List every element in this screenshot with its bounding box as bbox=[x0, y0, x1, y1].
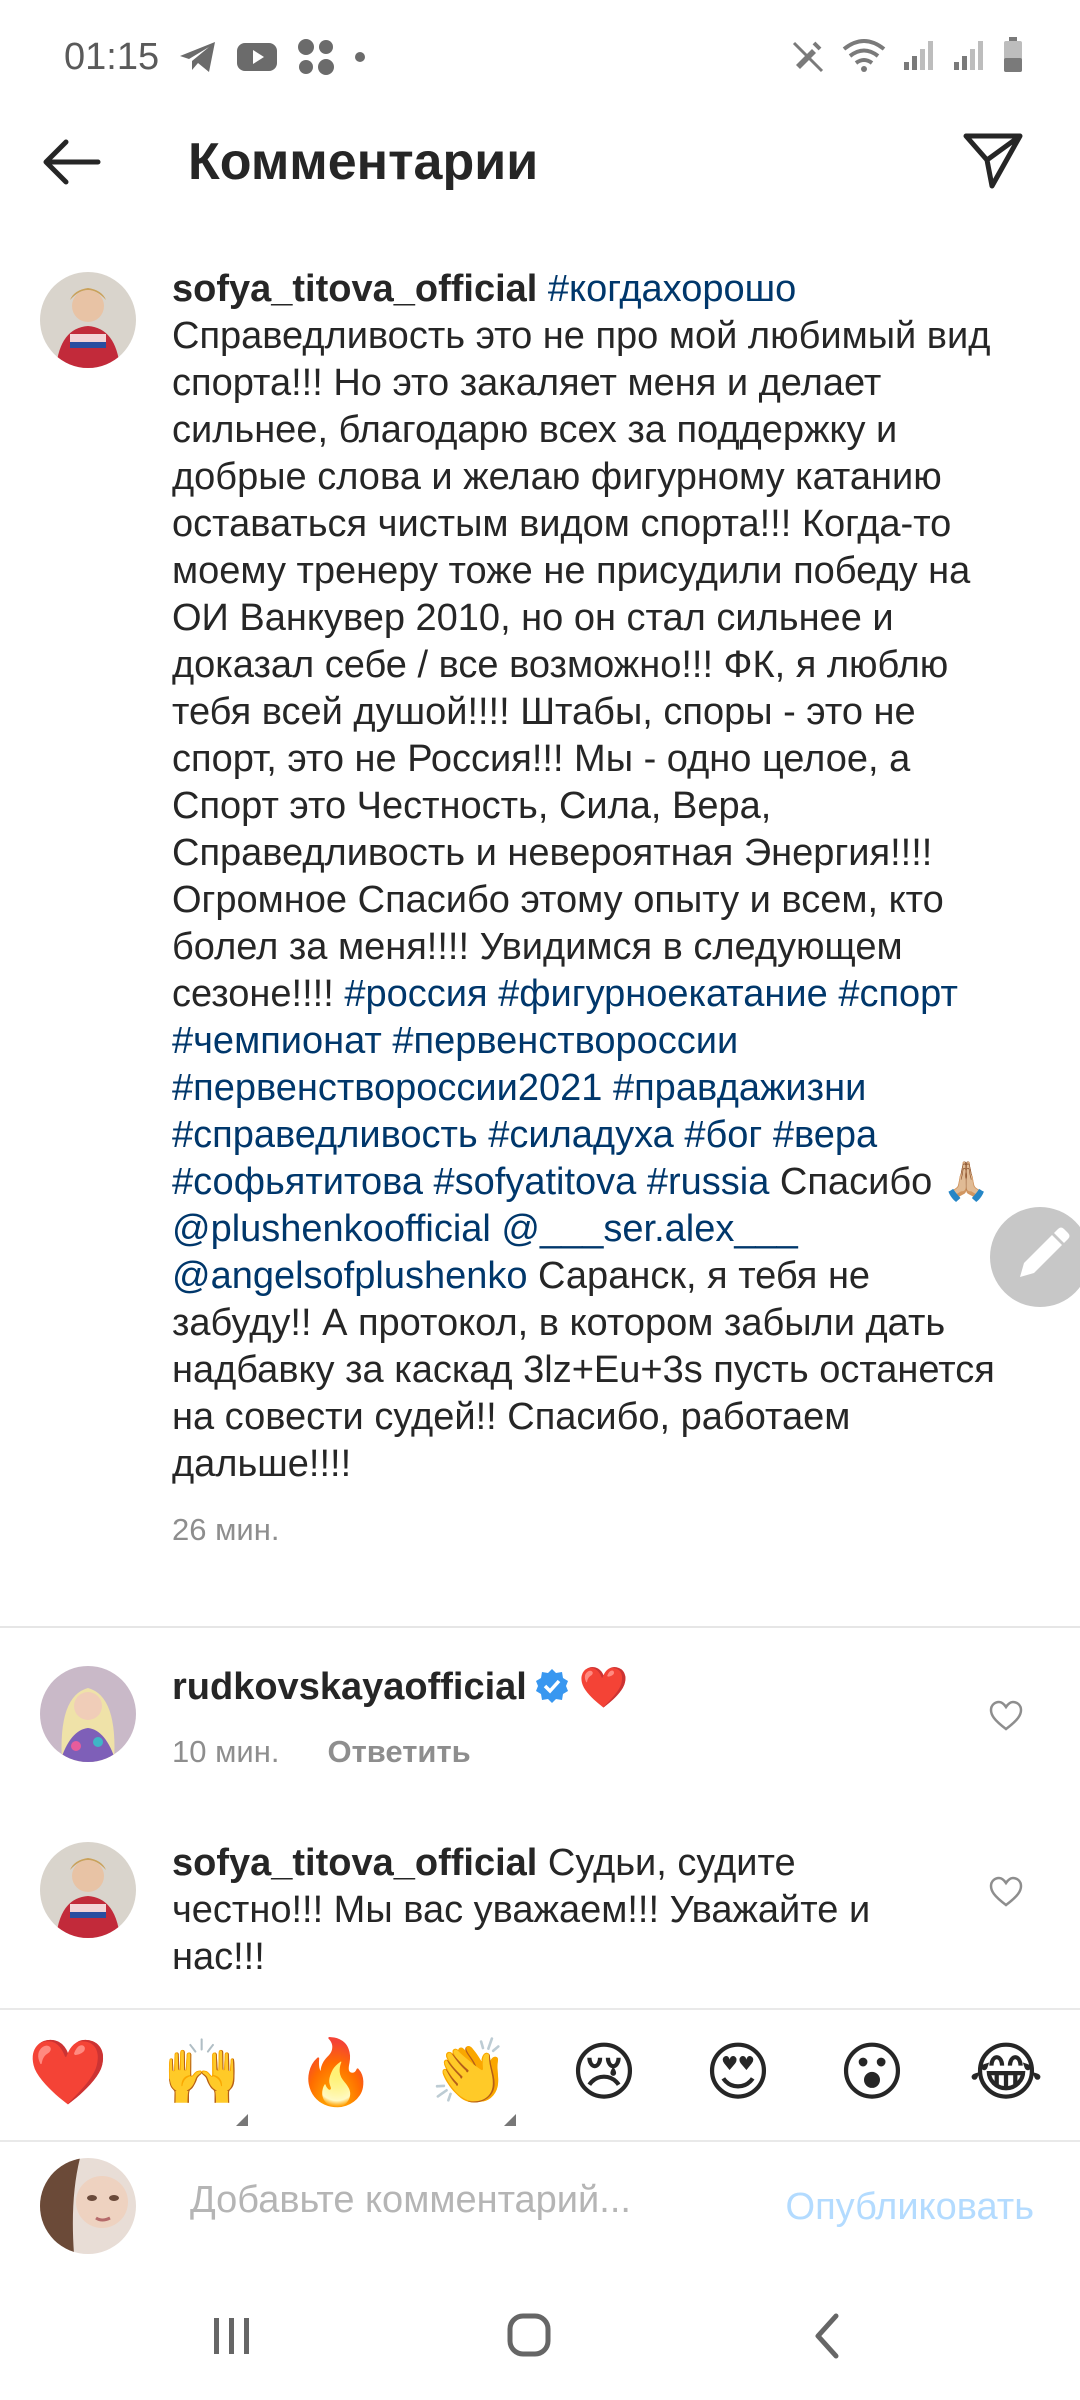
home-icon[interactable] bbox=[506, 2312, 552, 2358]
author-avatar[interactable] bbox=[40, 272, 136, 368]
mention-angelsofplushenko[interactable]: @angelsofplushenko bbox=[172, 1255, 528, 1297]
comment-item: sofya_titova_official Судьи, судите чест… bbox=[172, 1840, 952, 1981]
verified-badge-icon bbox=[535, 1669, 568, 1703]
page-title: Комментарии bbox=[188, 133, 539, 191]
status-system-icons bbox=[790, 36, 1024, 74]
like-heart-icon[interactable] bbox=[988, 1698, 1024, 1734]
commenter-avatar[interactable] bbox=[40, 1842, 136, 1938]
emoji-raising-hands[interactable]: 🙌 bbox=[162, 2032, 242, 2112]
signal-2-icon bbox=[954, 41, 983, 70]
edit-button[interactable] bbox=[990, 1207, 1080, 1307]
status-bar: 01:15 bbox=[0, 0, 1080, 120]
commenter-avatar-image bbox=[40, 1842, 136, 1938]
author-avatar-image bbox=[40, 272, 136, 368]
emoji-tears-of-joy[interactable]: 😂 bbox=[966, 2032, 1046, 2112]
comment-username[interactable]: sofya_titova_official bbox=[172, 1842, 537, 1884]
caption-first-hashtag[interactable]: #когдахорошо bbox=[548, 268, 796, 310]
comment-item: rudkovskayaofficial ❤️ 10 мин. Ответить bbox=[172, 1664, 972, 1775]
wifi-icon bbox=[842, 39, 886, 72]
caption-comment: sofya_titova_official #когдахорошо Справ… bbox=[172, 266, 1002, 1553]
quick-emoji-bar: ❤️ 🙌 🔥 👏 😢 😍 😮 😂 bbox=[0, 2008, 1080, 2142]
emoji-surprised-face[interactable]: 😮 bbox=[832, 2032, 912, 2112]
comment-input[interactable] bbox=[188, 2178, 692, 2223]
back-arrow-icon[interactable] bbox=[40, 130, 104, 194]
caption-username[interactable]: sofya_titova_official bbox=[172, 268, 537, 310]
comment-text: ❤️ bbox=[578, 1666, 629, 1710]
caption-divider bbox=[0, 1626, 1080, 1628]
pencil-icon bbox=[1020, 1227, 1070, 1277]
mention-plushenkoofficial[interactable]: @plushenkoofficial bbox=[172, 1208, 491, 1250]
mention-ser-alex[interactable]: @___ser.alex___ bbox=[501, 1208, 797, 1250]
status-notification-icons bbox=[178, 38, 366, 76]
skin-tone-indicator bbox=[236, 2114, 248, 2126]
telegram-icon bbox=[180, 42, 215, 72]
reply-button[interactable]: Ответить bbox=[327, 1728, 470, 1775]
caption-timestamp: 26 мин. bbox=[172, 1512, 280, 1547]
emoji-heart-eyes[interactable]: 😍 bbox=[698, 2032, 778, 2112]
like-heart-icon[interactable] bbox=[988, 1874, 1024, 1910]
skin-tone-indicator bbox=[504, 2114, 516, 2126]
commenter-avatar[interactable] bbox=[40, 1666, 136, 1762]
emoji-crying-face[interactable]: 😢 bbox=[564, 2032, 644, 2112]
emoji-clapping-hands[interactable]: 👏 bbox=[430, 2032, 510, 2112]
current-user-avatar bbox=[40, 2158, 136, 2254]
direct-send-icon[interactable] bbox=[960, 126, 1026, 192]
caption-thanks: Спасибо 🙏🏼 bbox=[769, 1161, 991, 1203]
caption-text: sofya_titova_official #когдахорошо Справ… bbox=[172, 266, 1002, 1488]
app-cluster-icon bbox=[298, 39, 334, 75]
signal-1-icon bbox=[904, 41, 933, 70]
commenter-avatar-image bbox=[40, 1666, 136, 1762]
emoji-red-heart[interactable]: ❤️ bbox=[28, 2032, 108, 2112]
publish-button[interactable]: Опубликовать bbox=[786, 2186, 1034, 2229]
back-nav-icon[interactable] bbox=[812, 2312, 842, 2360]
system-navigation-bar bbox=[0, 2280, 1080, 2400]
header bbox=[0, 120, 1080, 270]
current-user-avatar-image bbox=[40, 2158, 136, 2254]
youtube-icon bbox=[237, 43, 277, 71]
recent-apps-icon[interactable] bbox=[212, 2314, 252, 2358]
status-time: 01:15 bbox=[64, 36, 160, 78]
caption-body: Справедливость это не про мой любимый ви… bbox=[172, 315, 991, 1015]
battery-icon bbox=[1004, 37, 1022, 72]
mute-icon bbox=[792, 41, 824, 73]
emoji-fire[interactable]: 🔥 bbox=[296, 2032, 376, 2112]
more-notifications-icon bbox=[355, 52, 365, 62]
comment-timestamp: 10 мин. bbox=[172, 1734, 280, 1769]
comment-username[interactable]: rudkovskayaofficial bbox=[172, 1666, 527, 1708]
